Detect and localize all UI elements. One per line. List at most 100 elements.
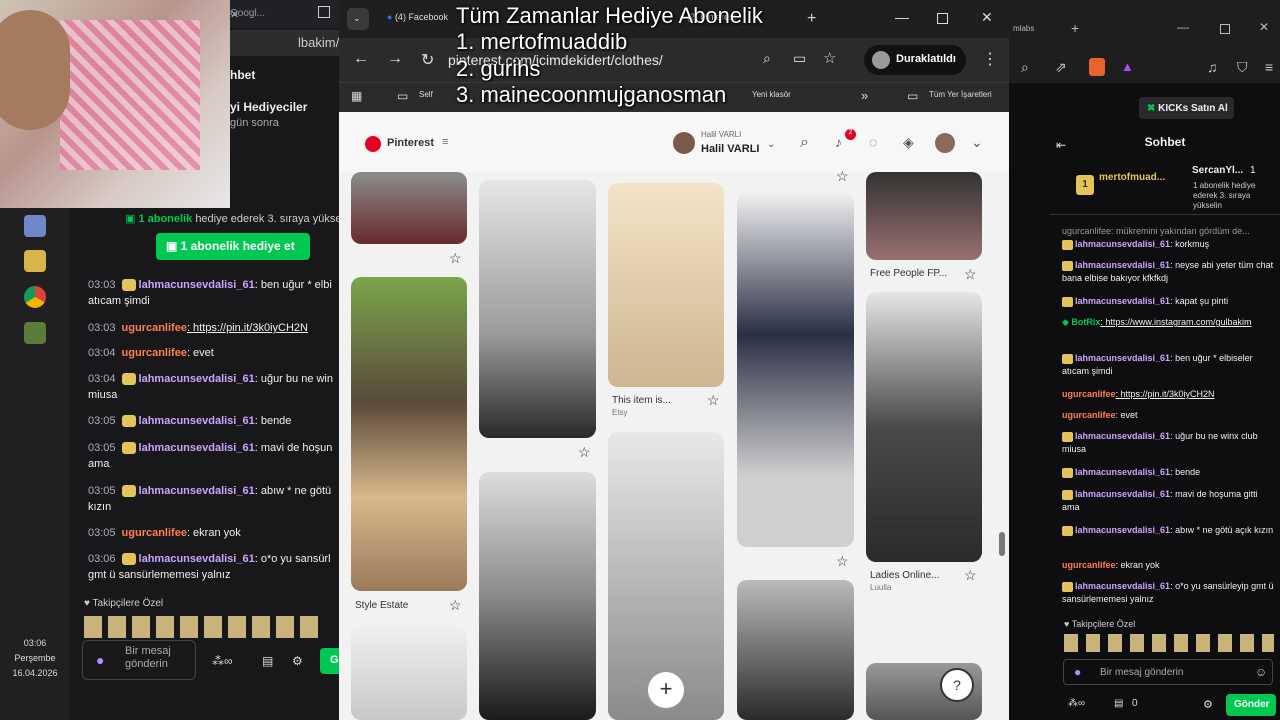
msg-user[interactable]: lahmacunsevdalisi_61 [1075,353,1170,363]
new-tab-icon[interactable]: + [1071,20,1079,36]
brave-shield-icon[interactable] [1089,58,1105,76]
gear-icon[interactable]: ⚙ [1203,698,1213,711]
more-bookmarks-icon[interactable]: » [861,88,868,103]
mic-icon[interactable]: ● [1074,665,1081,679]
msg-user[interactable]: lahmacunsevdalisi_61 [139,485,255,497]
folder-icon[interactable]: ▭ [397,89,408,103]
folder-icon[interactable] [24,250,46,272]
reload-icon[interactable]: ↻ [421,50,434,70]
pin-image[interactable] [608,183,724,387]
megaphone-icon[interactable]: ◈ [903,134,914,151]
maximize-icon[interactable] [937,13,948,24]
msg-user[interactable]: lahmacunsevdalisi_61 [139,442,255,454]
app-icon[interactable] [24,322,46,344]
new-tab-icon[interactable]: + [807,10,816,28]
profile-name[interactable]: Halil VARLI [701,143,759,155]
emote-row[interactable] [1064,634,1274,652]
chevron-down-icon[interactable]: ⌄ [971,134,983,151]
hamburger-icon[interactable]: ≡ [442,136,448,148]
msg-user[interactable]: lahmacunsevdalisi_61 [1075,525,1170,535]
pin-image[interactable] [737,193,854,547]
msg-user[interactable]: lahmacunsevdalisi_61 [1075,467,1170,477]
app-icon[interactable] [24,215,46,237]
top-gifter-1[interactable]: mertofmuad... [1099,172,1165,183]
star-icon[interactable]: ☆ [836,168,849,185]
pin-image[interactable] [866,292,982,562]
close-icon[interactable]: ✕ [230,8,239,21]
star-icon[interactable]: ☆ [964,266,977,283]
buy-kicks-button[interactable]: ✖ KICKs Satın Al [1139,97,1234,119]
pin-title[interactable]: Style Estate [355,600,408,611]
msg-link[interactable]: : https://pin.it/3k0iyCH2N [187,322,308,334]
pin-image[interactable] [866,172,982,260]
msg-user[interactable]: lahmacunsevdalisi_61 [1075,489,1170,499]
add-pin-button[interactable]: + [648,672,684,708]
msg-user[interactable]: BotRix [1071,317,1100,327]
minimize-icon[interactable]: — [895,9,909,25]
bookmark-self[interactable]: Self [419,90,433,99]
msg-user[interactable]: ugurcanlifee [122,527,187,539]
pin-title[interactable]: Free People FP... [870,268,947,279]
bookmark-star-icon[interactable]: ☆ [823,49,836,67]
mic-icon[interactable]: ● [96,652,104,668]
msg-link[interactable]: : https://www.instagram.com/gulbakim [1100,317,1251,327]
messages-icon[interactable]: ◌ [869,134,877,150]
emoji-icon[interactable]: ☺ [1255,665,1267,679]
gift-subscription-button[interactable]: ▣ 1 abonelik hediye et [156,233,310,260]
left-send-button[interactable]: G [320,648,340,674]
bookmark-new-folder[interactable]: Yeni klasör [752,90,791,99]
msg-user[interactable]: lahmacunsevdalisi_61 [139,415,255,427]
msg-user[interactable]: ugurcanlifee [1062,389,1116,399]
msg-user[interactable]: ugurcanlifee [122,322,187,334]
forward-icon[interactable]: → [387,50,403,68]
right-tab-title[interactable]: mlabs [1013,24,1034,33]
folder-icon[interactable]: ▭ [907,89,918,103]
star-icon[interactable]: ☆ [578,444,591,461]
right-chat-input[interactable]: Bir mesaj gönderin [1063,659,1273,685]
pin-title[interactable]: Ladies Online... [870,570,940,581]
menu-icon[interactable]: ≡ [1265,59,1273,75]
help-button[interactable]: ? [940,668,974,702]
pin-title[interactable]: This item is... [612,395,671,406]
star-icon[interactable]: ☆ [449,250,462,267]
bookmark-all[interactable]: Tüm Yer İşaretleri [929,90,992,99]
chrome-icon[interactable] [24,286,46,308]
msg-link[interactable]: : https://pin.it/3k0iyCH2N [1116,389,1215,399]
back-icon[interactable]: ← [353,50,369,68]
kicks-icon[interactable]: ⁂∞ [1068,698,1085,709]
music-icon[interactable]: ♫ [1207,59,1218,75]
bell-icon[interactable]: ♪ [835,134,842,150]
msg-user[interactable]: lahmacunsevdalisi_61 [1075,431,1170,441]
gear-icon[interactable]: ⚙ [292,654,303,668]
send-button[interactable]: Gönder [1226,694,1276,716]
msg-user[interactable]: lahmacunsevdalisi_61 [1075,581,1170,591]
maximize-icon[interactable] [318,6,330,18]
maximize-icon[interactable] [1220,24,1230,34]
star-icon[interactable]: ☆ [707,392,720,409]
store-icon[interactable]: ▤ [1114,698,1123,709]
search-icon[interactable]: ⌕ [1021,59,1029,76]
pin-image[interactable] [479,180,596,438]
pin-image[interactable] [479,472,596,720]
minimize-icon[interactable]: — [1177,20,1189,34]
avatar[interactable] [673,132,695,154]
pinterest-brand[interactable]: Pinterest [387,137,434,149]
msg-user[interactable]: ugurcanlifee [1062,410,1116,420]
msg-user[interactable]: ugurcanlifee [1062,560,1116,570]
msg-user[interactable]: lahmacunsevdalisi_61 [139,553,255,565]
msg-user[interactable]: ugurcanlifee [122,347,187,359]
avatar[interactable] [935,133,955,153]
emote-row[interactable] [84,616,320,638]
close-icon[interactable]: ✕ [981,9,993,26]
kicks-icon[interactable]: ⁂∞ [212,654,233,668]
install-icon[interactable]: ▭ [793,50,806,67]
star-icon[interactable]: ☆ [449,597,462,614]
apps-grid-icon[interactable]: ▦ [351,89,362,103]
menu-icon[interactable]: ⋮ [982,49,998,69]
pin-image[interactable] [351,172,467,244]
pin-image[interactable] [351,277,467,591]
search-icon[interactable]: ⌕ [800,134,809,152]
chevron-down-icon[interactable]: ⌄ [767,139,775,150]
msg-user[interactable]: lahmacunsevdalisi_61 [1075,260,1170,270]
star-icon[interactable]: ☆ [836,553,849,570]
